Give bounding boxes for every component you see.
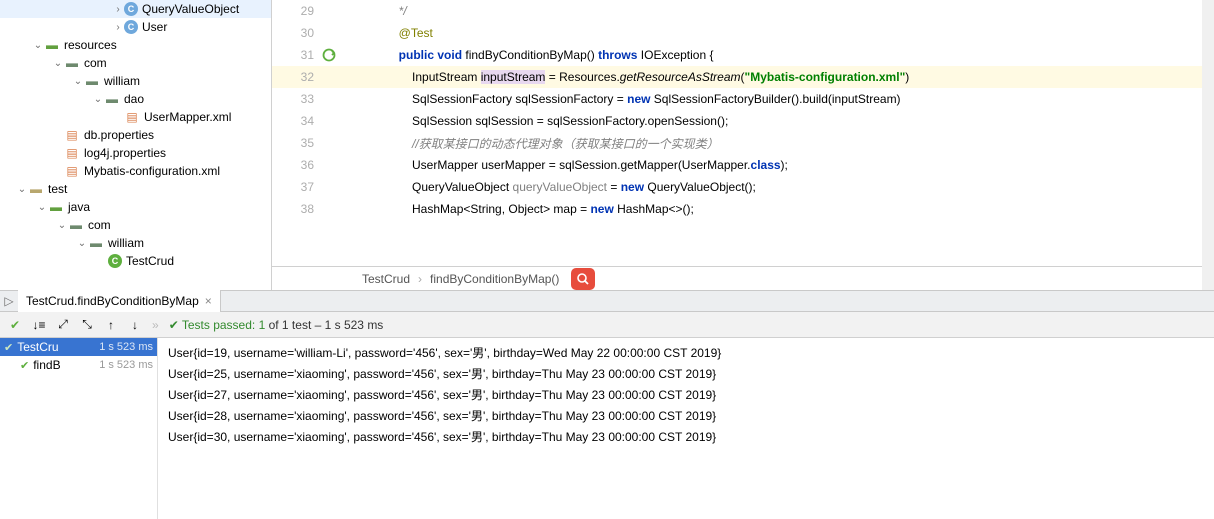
run-tab-label: TestCrud.findByConditionByMap	[26, 294, 199, 308]
tree-item-folder[interactable]: ⌄▬resources	[0, 36, 271, 54]
tree-item-folder[interactable]: ⌄▬dao	[0, 90, 271, 108]
ok-icon: ✔	[4, 341, 13, 354]
close-icon[interactable]: ×	[205, 294, 212, 308]
folder-icon: ▬	[48, 199, 64, 215]
package-icon: ▬	[64, 55, 80, 71]
tree-item-class[interactable]: ›CQueryValueObject	[0, 0, 271, 18]
run-tab-bar: ▷ TestCrud.findByConditionByMap ×	[0, 290, 1214, 312]
tree-item-folder[interactable]: ⌄▬william	[0, 234, 271, 252]
line-number: 30	[272, 26, 322, 40]
chevron-right-icon: ›	[418, 272, 422, 286]
tree-item-file[interactable]: ▤ db.properties	[0, 126, 271, 144]
tree-label: TestCrud	[126, 254, 174, 268]
tree-label: Mybatis-configuration.xml	[84, 164, 220, 178]
project-tree[interactable]: ›CQueryValueObject ›CUser ⌄▬resources ⌄▬…	[0, 0, 272, 290]
tree-item-folder[interactable]: ⌄▬com	[0, 216, 271, 234]
tree-label: log4j.properties	[84, 146, 166, 160]
ok-icon: ✔	[20, 359, 29, 372]
tree-item-file[interactable]: ▤ log4j.properties	[0, 144, 271, 162]
breadcrumb[interactable]: TestCrud › findByConditionByMap()	[272, 266, 1214, 290]
xml-icon: ▤	[64, 163, 80, 179]
tree-item-file[interactable]: ▤ UserMapper.xml	[0, 108, 271, 126]
ok-filter-icon[interactable]: ✔	[4, 314, 26, 336]
tree-item-class[interactable]: ›CUser	[0, 18, 271, 36]
tree-item-folder[interactable]: ⌄▬java	[0, 198, 271, 216]
tree-label: db.properties	[84, 128, 154, 142]
test-time: 1 s 523 ms	[99, 359, 153, 371]
test-status: ✔ Tests passed: 1 of 1 test – 1 s 523 ms	[169, 318, 384, 332]
test-root[interactable]: ✔ TestCru 1 s 523 ms	[0, 338, 157, 356]
test-time: 1 s 523 ms	[99, 341, 153, 353]
tree-label: com	[88, 218, 111, 232]
sort-icon[interactable]: ↓≡	[28, 314, 50, 336]
xml-icon: ▤	[124, 109, 140, 125]
line-number: 32	[272, 70, 322, 84]
tree-item-folder[interactable]: ⌄▬test	[0, 180, 271, 198]
tree-label: test	[48, 182, 67, 196]
line-number: 29	[272, 4, 322, 18]
tree-label: java	[68, 200, 90, 214]
tree-item-class[interactable]: C TestCrud	[0, 252, 271, 270]
console-output[interactable]: User{id=19, username='william-Li', passw…	[158, 338, 1214, 519]
code-text: */	[372, 4, 407, 18]
tree-label: dao	[124, 92, 144, 106]
class-icon: C	[124, 2, 138, 16]
console-line: User{id=19, username='william-Li', passw…	[168, 344, 1204, 365]
test-name: findB	[33, 358, 60, 372]
line-number: 36	[272, 158, 322, 172]
line-number: 34	[272, 114, 322, 128]
test-leaf[interactable]: ✔ findB 1 s 523 ms	[0, 356, 157, 374]
collapse-icon[interactable]: ⤡	[76, 314, 98, 336]
run-gutter-icon[interactable]	[322, 48, 336, 62]
console-line: User{id=27, username='xiaoming', passwor…	[168, 386, 1204, 407]
tree-label: william	[104, 74, 140, 88]
scrollbar[interactable]	[1202, 0, 1214, 290]
breadcrumb-class[interactable]: TestCrud	[362, 272, 410, 286]
props-icon: ▤	[64, 145, 80, 161]
next-icon[interactable]: ↓	[124, 314, 146, 336]
line-number: 31	[272, 48, 322, 62]
tree-item-folder[interactable]: ⌄▬william	[0, 72, 271, 90]
run-icon[interactable]: ▷	[0, 294, 18, 308]
test-tree[interactable]: ✔ TestCru 1 s 523 ms ✔ findB 1 s 523 ms	[0, 338, 158, 519]
package-icon: ▬	[84, 73, 100, 89]
tree-label: QueryValueObject	[142, 2, 239, 16]
line-number: 38	[272, 202, 322, 216]
package-icon: ▬	[68, 217, 84, 233]
folder-icon: ▬	[44, 37, 60, 53]
tree-label: UserMapper.xml	[144, 110, 231, 124]
search-icon[interactable]	[571, 268, 595, 290]
code-editor[interactable]: 29 */ 30 @Test 31 public void findByCond…	[272, 0, 1214, 290]
test-name: TestCru	[17, 340, 58, 354]
console-line: User{id=30, username='xiaoming', passwor…	[168, 428, 1204, 449]
tree-label: User	[142, 20, 167, 34]
line-number: 35	[272, 136, 322, 150]
tree-item-folder[interactable]: ⌄▬com	[0, 54, 271, 72]
console-line: User{id=28, username='xiaoming', passwor…	[168, 407, 1204, 428]
prev-icon[interactable]: ↑	[100, 314, 122, 336]
class-icon: C	[108, 254, 122, 268]
tree-label: william	[108, 236, 144, 250]
run-config-tab[interactable]: TestCrud.findByConditionByMap ×	[18, 290, 221, 312]
class-icon: C	[124, 20, 138, 34]
tree-item-file[interactable]: ▤ Mybatis-configuration.xml	[0, 162, 271, 180]
expand-icon[interactable]: ⤢	[52, 314, 74, 336]
line-number: 33	[272, 92, 322, 106]
tree-label: resources	[64, 38, 117, 52]
code-text: @Test	[399, 26, 433, 40]
tree-label: com	[84, 56, 107, 70]
line-number: 37	[272, 180, 322, 194]
test-toolbar: ✔ ↓≡ ⤢ ⤡ ↑ ↓ » ✔ Tests passed: 1 of 1 te…	[0, 312, 1214, 338]
props-icon: ▤	[64, 127, 80, 143]
breadcrumb-method[interactable]: findByConditionByMap()	[430, 272, 559, 286]
package-icon: ▬	[88, 235, 104, 251]
package-icon: ▬	[104, 91, 120, 107]
console-line: User{id=25, username='xiaoming', passwor…	[168, 365, 1204, 386]
folder-icon: ▬	[28, 181, 44, 197]
